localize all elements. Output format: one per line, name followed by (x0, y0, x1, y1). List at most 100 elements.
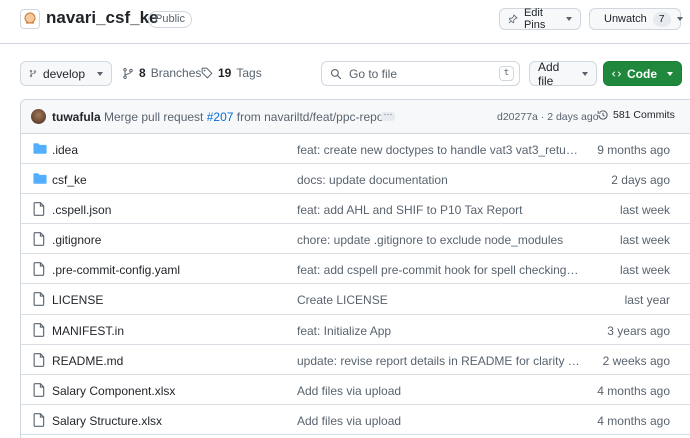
file-name[interactable]: .cspell.json (52, 203, 111, 217)
branch-icon (123, 67, 133, 79)
commit-author[interactable]: tuwafula (52, 110, 101, 124)
table-row[interactable]: LICENSE Create LICENSE last year (21, 284, 690, 315)
tag-icon (201, 67, 213, 79)
repo-avatar[interactable] (20, 9, 40, 29)
file-type-icon (33, 172, 47, 188)
chevron-down-icon (97, 71, 103, 76)
file-commit-date: 9 months ago (597, 143, 670, 157)
edit-pins-button[interactable]: Edit Pins (499, 7, 581, 31)
branch-icon (29, 69, 37, 78)
go-to-file-input[interactable]: Go to file t (321, 61, 520, 86)
table-row[interactable]: .idea feat: create new doctypes to handle… (21, 134, 690, 165)
file-type-icon (33, 142, 47, 158)
file-commit-message[interactable]: Add files via upload (297, 384, 581, 398)
pr-link[interactable]: #207 (207, 110, 234, 124)
file-name[interactable]: LICENSE (52, 293, 103, 307)
file-name[interactable]: Salary Component.xlsx (52, 384, 175, 398)
file-commit-message[interactable]: chore: update .gitignore to exclude node… (297, 233, 581, 247)
file-commit-date: 2 weeks ago (602, 353, 670, 368)
file-commit-date: 4 months ago (597, 413, 670, 428)
file-icon (33, 352, 45, 367)
file-commit-message[interactable]: feat: Initialize App (297, 324, 581, 338)
file-commit-date: last week (619, 203, 670, 218)
file-commit-message[interactable]: Add files via upload (297, 414, 581, 428)
table-row[interactable]: .cspell.json feat: add AHL and SHIF to P1… (21, 194, 690, 225)
branches-label: Branches (150, 66, 202, 80)
file-name[interactable]: .pre-commit-config.yaml (52, 263, 180, 277)
logo-icon (24, 12, 36, 24)
file-commit-message[interactable]: feat: add AHL and SHIF to P10 Tax Report (297, 203, 581, 217)
commit-message-prefix: Merge pull request (104, 110, 204, 124)
file-type-icon (33, 262, 45, 279)
visibility-badge: Public (148, 11, 192, 28)
table-row[interactable]: Salary Component.xlsx Add files via uploa… (21, 375, 690, 405)
file-commit-message[interactable]: update: revise report details in README … (297, 354, 581, 368)
file-icon (33, 322, 45, 337)
file-browser: tuwafula Merge pull request #207 from na… (20, 99, 690, 438)
file-icon (33, 232, 45, 247)
file-commit-message[interactable]: feat: create new doctypes to handle vat3… (297, 143, 581, 157)
code-button[interactable]: Code (603, 61, 682, 86)
file-commit-date: last week (619, 263, 670, 278)
file-type-icon (33, 202, 45, 219)
chevron-down-icon (676, 17, 683, 21)
add-file-label: Add file (538, 59, 560, 88)
table-row[interactable]: csf_ke docs: update documentation 2 days a… (21, 164, 690, 195)
file-type-icon (33, 322, 45, 340)
file-commit-message[interactable]: Create LICENSE (297, 293, 581, 307)
code-icon (612, 70, 621, 77)
table-row[interactable]: .gitignore chore: update .gitignore to ex… (21, 224, 690, 255)
history-icon (597, 110, 608, 120)
file-name[interactable]: README.md (52, 354, 123, 368)
tags-label: Tags (236, 66, 262, 80)
go-to-file-placeholder: Go to file (349, 66, 398, 81)
chevron-down-icon (582, 71, 588, 76)
commit-message[interactable]: Merge pull request #207 from navariltd/f… (104, 110, 391, 124)
pin-icon (508, 14, 518, 24)
file-name[interactable]: MANIFEST.in (52, 324, 124, 338)
expand-commit-button[interactable]: ··· (381, 110, 395, 121)
table-row[interactable]: .pre-commit-config.yaml feat: add cspell … (21, 254, 690, 285)
add-file-button[interactable]: Add file (529, 59, 597, 88)
file-name[interactable]: Salary Structure.xlsx (52, 414, 162, 428)
commits-count: 581 Commits (613, 109, 675, 121)
file-name[interactable]: .idea (52, 143, 78, 157)
file-commit-message[interactable]: docs: update documentation (297, 173, 581, 187)
file-commit-date: 3 years ago (607, 323, 670, 338)
file-commit-date: 2 days ago (611, 173, 670, 188)
branches-link[interactable]: 8 Branches (122, 66, 201, 80)
repo-name[interactable]: navari_csf_ke (46, 8, 158, 28)
tag-count: 19 (218, 66, 232, 80)
table-row[interactable]: MANIFEST.in feat: Initialize App 3 years a… (21, 315, 690, 345)
commit-sha-time[interactable]: d20277a · 2 days ago (497, 111, 599, 123)
search-icon (330, 68, 342, 79)
file-type-icon (33, 352, 45, 370)
folder-icon (33, 173, 47, 184)
file-name[interactable]: csf_ke (52, 173, 87, 187)
repo-toolbar: develop 8 Branches 19 Tags Go to file t … (0, 59, 690, 88)
shortcut-key: t (499, 66, 514, 81)
file-type-icon (33, 382, 45, 400)
chevron-down-icon (566, 17, 572, 21)
file-type-icon (33, 413, 45, 430)
code-label: Code (627, 66, 657, 81)
file-commit-message[interactable]: feat: add cspell pre-commit hook for spe… (297, 263, 581, 277)
file-name[interactable]: .gitignore (52, 233, 101, 247)
folder-icon (33, 143, 47, 154)
branch-selector[interactable]: develop (20, 61, 112, 86)
unwatch-label: Unwatch (604, 13, 647, 25)
file-commit-date: last week (619, 233, 670, 248)
file-commit-date: last year (624, 293, 670, 308)
latest-commit-bar: tuwafula Merge pull request #207 from na… (21, 100, 690, 134)
tags-link[interactable]: 19 Tags (201, 66, 262, 80)
file-icon (33, 262, 45, 277)
file-icon (33, 382, 45, 397)
table-row[interactable]: Salary Structure.xlsx Add files via uploa… (21, 405, 690, 435)
file-icon (33, 292, 45, 307)
repo-header: navari_csf_ke Public Edit Pins Unwatch 7 (0, 0, 690, 44)
avatar[interactable] (31, 109, 46, 124)
branch-count: 8 (139, 66, 146, 80)
commits-history-link[interactable]: 581 Commits (597, 109, 675, 121)
table-row[interactable]: README.md update: revise report details i… (21, 345, 690, 375)
unwatch-button[interactable]: Unwatch 7 (589, 8, 683, 30)
